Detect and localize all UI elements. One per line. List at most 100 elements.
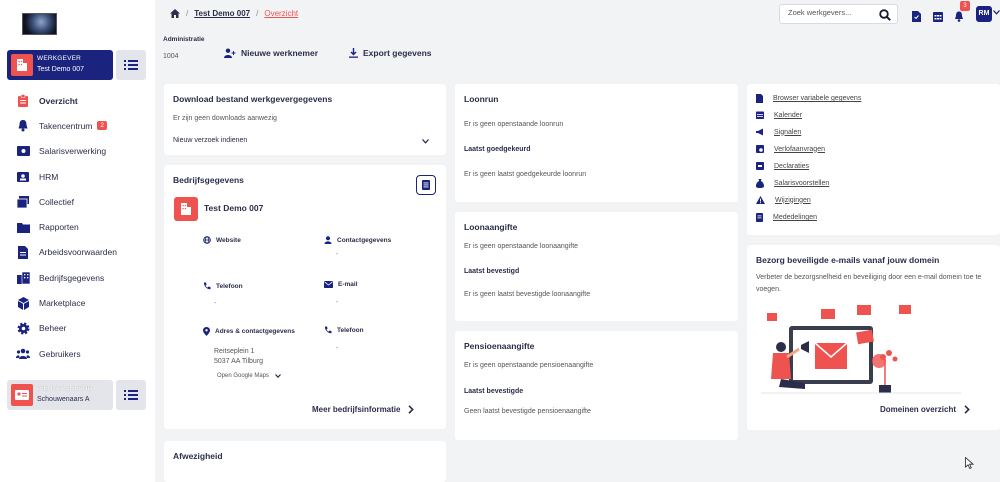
breadcrumb-current[interactable]: Overzicht bbox=[264, 9, 298, 18]
location-pin-icon bbox=[203, 327, 210, 336]
file-icon[interactable] bbox=[912, 9, 921, 27]
users-icon bbox=[16, 347, 30, 361]
loonaangifte-card: Loonaangifte Er is geen openstaande loon… bbox=[455, 212, 738, 321]
sidebar-item-hrm[interactable]: HRM bbox=[0, 164, 155, 189]
note-icon bbox=[422, 180, 430, 190]
email-domain-body: Verbeter de bezorgsnelheid en beveiligin… bbox=[756, 274, 982, 293]
quicklink-mededelingen[interactable]: Mededelingen bbox=[756, 213, 817, 222]
company-title: Bedrijfsgegevens bbox=[173, 175, 244, 185]
contact-label: Contactgegevens bbox=[324, 236, 391, 244]
quicklink-browser-variabele-gegevens[interactable]: Browser variabele gegevens bbox=[756, 94, 861, 103]
open-google-maps-toggle[interactable]: Open Google Maps bbox=[217, 373, 281, 379]
download-card: Download bestand werkgevergegevens Er zi… bbox=[164, 84, 446, 155]
sidebar-item-label: Salarisverwerking bbox=[39, 146, 107, 157]
loonaangifte-title: Loonaangifte bbox=[464, 222, 518, 232]
email-domain-title: Bezorg beveiligde e-mails vanaf jouw dom… bbox=[756, 255, 940, 265]
home-icon[interactable] bbox=[170, 9, 180, 18]
sidebar-item-label: Takencentrum bbox=[39, 120, 93, 131]
download-empty-text: Er zijn geen downloads aanwezig bbox=[173, 115, 277, 122]
export-button[interactable]: Export gegevens bbox=[349, 48, 432, 58]
chevron-down-icon bbox=[275, 374, 281, 378]
document-icon bbox=[16, 245, 30, 259]
search-box bbox=[779, 4, 898, 24]
id-card-icon bbox=[11, 384, 33, 406]
sidebar-item-label: Overzicht bbox=[39, 95, 78, 106]
search-input[interactable] bbox=[788, 8, 873, 17]
leave-icon bbox=[756, 145, 764, 153]
bell-icon[interactable] bbox=[954, 9, 964, 27]
email-value: - bbox=[336, 299, 339, 306]
sidebar-item-bedrijfsgegevens[interactable]: Bedrijfsgegevens bbox=[0, 265, 155, 290]
administration-label: Administratie bbox=[163, 36, 205, 43]
phone2-label: Telefoon bbox=[324, 326, 364, 334]
sidebar-item-salarisverwerking[interactable]: Salarisverwerking bbox=[0, 139, 155, 164]
breadcrumb-company[interactable]: Test Demo 007 bbox=[194, 9, 250, 18]
quicklink-wijzigingen[interactable]: Wijzigingen bbox=[756, 196, 811, 204]
loonrun-open: Er is geen openstaande loonrun bbox=[464, 121, 564, 128]
sidebar-item-label: Rapporten bbox=[39, 222, 79, 233]
company-avatar bbox=[174, 197, 198, 221]
sidebar-item-label: Arbeidsvoorwaarden bbox=[39, 247, 117, 258]
pensioen-open: Er is geen openstaande pensioenaangifte bbox=[464, 362, 594, 369]
contact-value: - bbox=[336, 251, 339, 258]
phone-label: Telefoon bbox=[203, 282, 243, 290]
sidebar-item-takencentrum[interactable]: Takencentrum 2 bbox=[0, 113, 155, 138]
gear-icon bbox=[16, 321, 30, 335]
sidebar-item-label: Marketplace bbox=[39, 298, 86, 309]
more-company-info-link[interactable]: Meer bedrijfsinformatie bbox=[312, 405, 415, 414]
calendar-icon[interactable] bbox=[933, 9, 943, 27]
warning-icon bbox=[756, 196, 765, 204]
building-icon bbox=[16, 271, 30, 285]
phone-icon bbox=[203, 282, 211, 290]
sidebar-item-arbeidsvoorwaarden[interactable]: Arbeidsvoorwaarden bbox=[0, 240, 155, 265]
sidebar-item-label: Bedrijfsgegevens bbox=[39, 272, 105, 283]
download-icon bbox=[349, 48, 358, 58]
sidebar-item-collectief[interactable]: Collectief bbox=[0, 189, 155, 214]
email-marketing-illustration bbox=[761, 305, 961, 394]
sidebar-item-overzicht[interactable]: Overzicht bbox=[0, 88, 155, 113]
add-user-icon bbox=[224, 48, 236, 58]
phone-icon bbox=[324, 326, 332, 334]
folder-icon bbox=[16, 220, 30, 234]
quicklinks-card: Browser variabele gegevens Kalender Sign… bbox=[747, 84, 1000, 235]
employer-selector[interactable]: WERKGEVER Test Demo 007 bbox=[7, 50, 113, 80]
employer-list-button[interactable] bbox=[116, 50, 146, 80]
quicklink-salarisvoorstellen[interactable]: Salarisvoorstellen bbox=[756, 179, 829, 188]
breadcrumb-separator: / bbox=[186, 9, 189, 18]
employment-list-button[interactable] bbox=[116, 380, 146, 410]
chevron-down-icon[interactable] bbox=[422, 139, 429, 144]
layers-icon bbox=[16, 195, 30, 209]
new-employee-button[interactable]: Nieuwe werknemer bbox=[224, 48, 318, 58]
quicklink-verlofaanvragen[interactable]: Verlofaanvragen bbox=[756, 145, 825, 153]
sidebar-item-label: HRM bbox=[39, 171, 59, 182]
calendar-icon bbox=[756, 111, 764, 119]
user-avatar[interactable]: RM bbox=[976, 6, 992, 22]
domains-overview-link[interactable]: Domeinen overzicht bbox=[880, 405, 970, 414]
sidebar-item-rapporten[interactable]: Rapporten bbox=[0, 214, 155, 239]
company-logo[interactable] bbox=[22, 13, 57, 35]
quicklink-kalender[interactable]: Kalender bbox=[756, 111, 802, 119]
sidebar-item-label: Gebruikers bbox=[39, 348, 81, 359]
quicklink-signalen[interactable]: Signalen bbox=[756, 128, 801, 136]
sidebar-item-beheer[interactable]: Beheer bbox=[0, 316, 155, 341]
company-card: Bedrijfsgegevens Test Demo 007 Website C… bbox=[164, 165, 446, 429]
globe-icon bbox=[203, 236, 211, 244]
building-icon bbox=[11, 54, 33, 76]
breadcrumb-separator: / bbox=[256, 9, 259, 18]
chevron-right-icon bbox=[408, 405, 415, 414]
new-request-toggle[interactable]: Nieuw verzoek indienen bbox=[173, 137, 247, 144]
chevron-down-icon[interactable] bbox=[993, 10, 1000, 15]
loonaangifte-open: Er is geen openstaande loonaangifte bbox=[464, 243, 579, 250]
sidebar-item-label: Collectief bbox=[39, 196, 74, 207]
sidebar-item-gebruikers[interactable]: Gebruikers bbox=[0, 341, 155, 366]
money-icon bbox=[16, 144, 30, 158]
edit-company-button[interactable] bbox=[416, 175, 436, 195]
search-icon[interactable] bbox=[879, 9, 891, 21]
sidebar-item-marketplace[interactable]: Marketplace bbox=[0, 290, 155, 315]
quicklink-declaraties[interactable]: Declaraties bbox=[756, 162, 809, 170]
money-bag-icon bbox=[756, 179, 764, 188]
company-name: Test Demo 007 bbox=[204, 203, 264, 213]
employment-selector[interactable]: DIENSTVERBAND Schouwenaars A bbox=[7, 380, 113, 410]
email-label: E-mail bbox=[324, 281, 358, 288]
absence-title: Afwezigheid bbox=[173, 451, 223, 461]
